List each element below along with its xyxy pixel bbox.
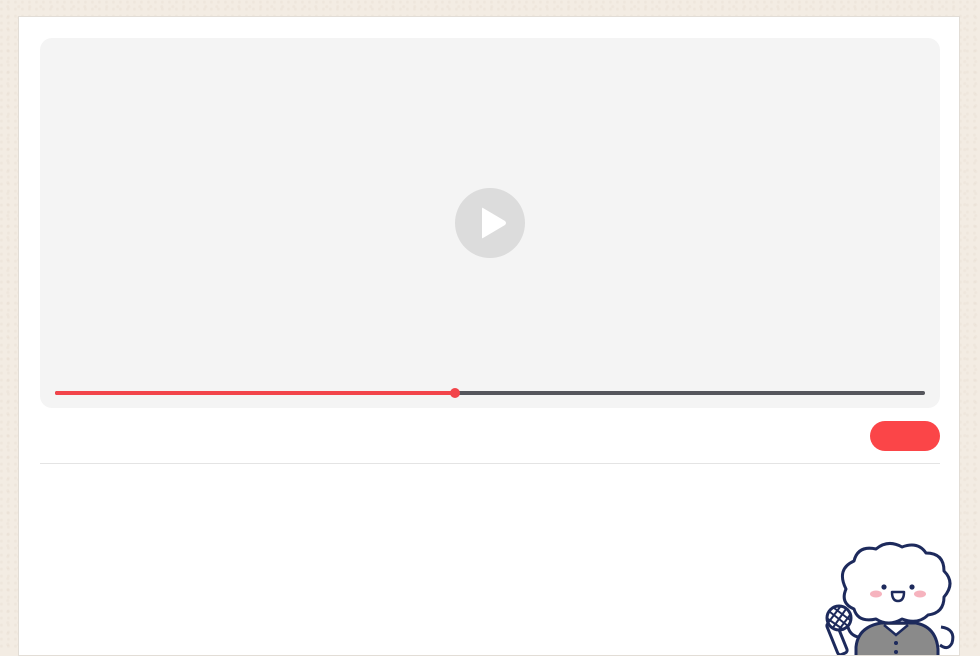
- progress-handle[interactable]: [450, 388, 461, 398]
- divider: [40, 463, 940, 464]
- mascot-with-microphone-icon: [806, 539, 959, 655]
- progress-fill: [55, 391, 456, 395]
- video-player[interactable]: [40, 38, 940, 408]
- play-icon: [482, 207, 506, 239]
- action-button[interactable]: [870, 421, 940, 451]
- content-card: [18, 16, 960, 656]
- play-button[interactable]: [455, 188, 525, 258]
- progress-bar[interactable]: [55, 388, 925, 398]
